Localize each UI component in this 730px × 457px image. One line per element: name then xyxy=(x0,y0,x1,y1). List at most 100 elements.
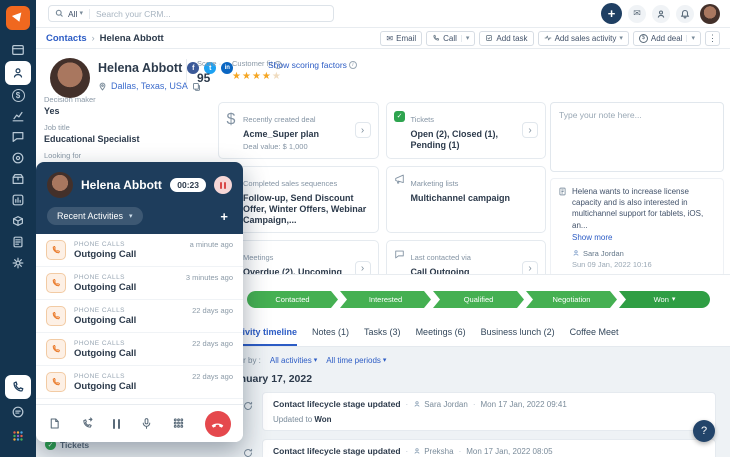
tab-coffee-meet[interactable]: Coffee Meet xyxy=(570,327,619,346)
help-button[interactable]: ? xyxy=(693,420,715,442)
freshworks-logo-icon[interactable] xyxy=(6,6,30,30)
quick-add-button[interactable]: + xyxy=(601,3,622,24)
chevron-down-icon[interactable]: ▾ xyxy=(461,35,470,42)
timeline-card[interactable]: Contact lifecycle stage updated · Sara J… xyxy=(262,392,716,431)
sidebar-item-integrations[interactable] xyxy=(5,211,31,231)
pause-icon[interactable] xyxy=(113,419,120,429)
sidebar-item-products[interactable] xyxy=(5,169,31,189)
card-recent-deal[interactable]: $ Recently created deal Acme_Super plan … xyxy=(218,102,379,159)
contact-name: Helena Abbott xyxy=(98,61,182,75)
stage-won[interactable]: Won ▾ xyxy=(619,291,710,308)
add-deal-button[interactable]: $ Add deal ▾ xyxy=(633,31,701,46)
chevron-right-button[interactable]: › xyxy=(355,122,371,138)
tab-meetings[interactable]: Meetings (6) xyxy=(416,327,466,346)
show-scoring-factors-link[interactable]: Show scoring factorsi xyxy=(268,60,357,70)
outgoing-call-icon xyxy=(46,372,66,392)
timeline-card[interactable]: Contact lifecycle stage updated · Preksh… xyxy=(262,439,716,457)
tickets-check-icon: ✓ xyxy=(394,111,405,122)
call-time: 22 days ago xyxy=(192,372,233,381)
sidebar-item-analytics[interactable] xyxy=(5,106,31,126)
contacts-icon xyxy=(11,66,25,80)
call-log-item[interactable]: PHONE CALLS Outgoing Call 3 minutes ago xyxy=(36,267,243,300)
sidebar-item-conversations[interactable] xyxy=(5,127,31,147)
card-sub: Deal value: $ 1,000 xyxy=(243,142,350,151)
chevron-right-button[interactable]: › xyxy=(522,122,538,138)
card-title: Recently created deal xyxy=(243,115,316,124)
email-button[interactable]: ✉ Email xyxy=(380,31,422,46)
search-input[interactable] xyxy=(94,8,327,20)
call-log-item[interactable]: PHONE CALLS Outgoing Call 22 days ago xyxy=(36,366,243,399)
card-title: Meetings xyxy=(243,253,273,262)
time-period-filter-dropdown[interactable]: All time periods▾ xyxy=(326,356,386,365)
stage-interested[interactable]: Interested xyxy=(340,291,431,308)
contact-location: Dallas, Texas, USA xyxy=(111,81,188,91)
score-label: Score · xyxy=(197,59,221,68)
hold-call-button[interactable] xyxy=(214,176,232,194)
user-avatar[interactable] xyxy=(700,4,720,24)
add-sales-activity-button[interactable]: Add sales activity ▾ xyxy=(538,31,629,46)
call-title: Outgoing Call xyxy=(74,249,182,260)
call-time: 22 days ago xyxy=(192,339,233,348)
sidebar-item-settings[interactable] xyxy=(5,253,31,273)
inbox-button[interactable]: ✉ xyxy=(628,5,646,23)
mute-mic-button[interactable] xyxy=(140,417,153,430)
profile-button[interactable] xyxy=(652,5,670,23)
call-notes-button[interactable] xyxy=(48,417,61,430)
tab-notes[interactable]: Notes (1) xyxy=(312,327,349,346)
call-button-label: Call xyxy=(443,34,457,43)
sidebar-item-apps[interactable] xyxy=(5,426,31,446)
call-log-item[interactable]: PHONE CALLS Outgoing Call 22 days ago xyxy=(36,333,243,366)
field-job-title: Job title Educational Specialist xyxy=(44,123,214,144)
breadcrumb-current: Helena Abbott xyxy=(100,33,164,44)
megaphone-icon xyxy=(394,174,405,185)
card-marketing-lists[interactable]: Marketing lists Multichannel campaign xyxy=(386,166,547,234)
search-scope-dropdown[interactable]: All ▾ xyxy=(68,9,90,19)
call-button[interactable]: Call ▾ xyxy=(426,31,475,46)
note-text: Helena wants to increase license capacit… xyxy=(572,186,716,231)
sidebar-item-phone[interactable] xyxy=(5,375,31,399)
chevron-down-icon[interactable]: ▾ xyxy=(686,35,695,42)
breadcrumb-separator-icon: › xyxy=(92,33,95,43)
card-title: Marketing lists xyxy=(411,179,459,188)
sidebar-item-documents[interactable] xyxy=(5,232,31,252)
more-actions-button[interactable]: ⋮ xyxy=(705,31,720,46)
sidebar-item-reports[interactable] xyxy=(5,190,31,210)
sidebar-item-messaging[interactable] xyxy=(5,402,31,422)
sidebar-item-contacts[interactable] xyxy=(5,61,31,85)
add-activity-button[interactable]: + xyxy=(220,209,232,224)
card-value: Multichannel campaign xyxy=(411,193,539,204)
stage-qualified[interactable]: Qualified xyxy=(433,291,524,308)
dialpad-button[interactable] xyxy=(172,417,185,430)
global-search[interactable]: All ▾ xyxy=(48,5,334,22)
call-log-item[interactable]: PHONE CALLS Outgoing Call a minute ago xyxy=(36,234,243,267)
chat-bubble-icon xyxy=(394,249,405,260)
sidebar-item-deals[interactable]: $ xyxy=(5,85,31,105)
stage-negotiation[interactable]: Negotiation xyxy=(526,291,617,308)
add-task-button[interactable]: Add task xyxy=(479,31,533,46)
breadcrumb-contacts-link[interactable]: Contacts xyxy=(46,33,87,44)
chevron-down-icon: ▾ xyxy=(619,35,623,42)
note-textarea[interactable] xyxy=(557,108,717,166)
sidebar-item-campaigns[interactable] xyxy=(5,148,31,168)
note-input-box[interactable] xyxy=(550,102,724,172)
star-icon: ★ xyxy=(232,71,242,82)
notifications-button[interactable] xyxy=(676,5,694,23)
sidebar-item-dashboard[interactable] xyxy=(5,40,31,60)
activities-filter-dropdown[interactable]: All activities▾ xyxy=(270,356,317,365)
note-card[interactable]: Helena wants to increase license capacit… xyxy=(550,178,724,277)
tab-business-lunch[interactable]: Business lunch (2) xyxy=(481,327,555,346)
show-more-link[interactable]: Show more xyxy=(572,233,716,242)
timeline-entry-timestamp: Mon 17 Jan, 2022 09:41 xyxy=(480,400,566,409)
bar-chart-icon xyxy=(11,193,25,207)
tab-tasks[interactable]: Tasks (3) xyxy=(364,327,401,346)
stage-contacted[interactable]: Contacted xyxy=(247,291,338,308)
crm-app: $ xyxy=(0,0,730,457)
recent-activities-dropdown[interactable]: Recent Activities ▾ xyxy=(47,207,143,225)
end-call-button[interactable] xyxy=(205,411,231,437)
call-log-item[interactable]: PHONE CALLS Outgoing Call 22 days ago xyxy=(36,300,243,333)
field-decision-maker: Decision maker Yes xyxy=(44,95,214,116)
card-tickets[interactable]: ✓ Tickets Open (2), Closed (1), Pending … xyxy=(386,102,547,159)
transfer-call-button[interactable] xyxy=(81,417,94,430)
analytics-icon xyxy=(11,109,25,123)
timeline-entry-author: Preksha xyxy=(413,447,453,456)
